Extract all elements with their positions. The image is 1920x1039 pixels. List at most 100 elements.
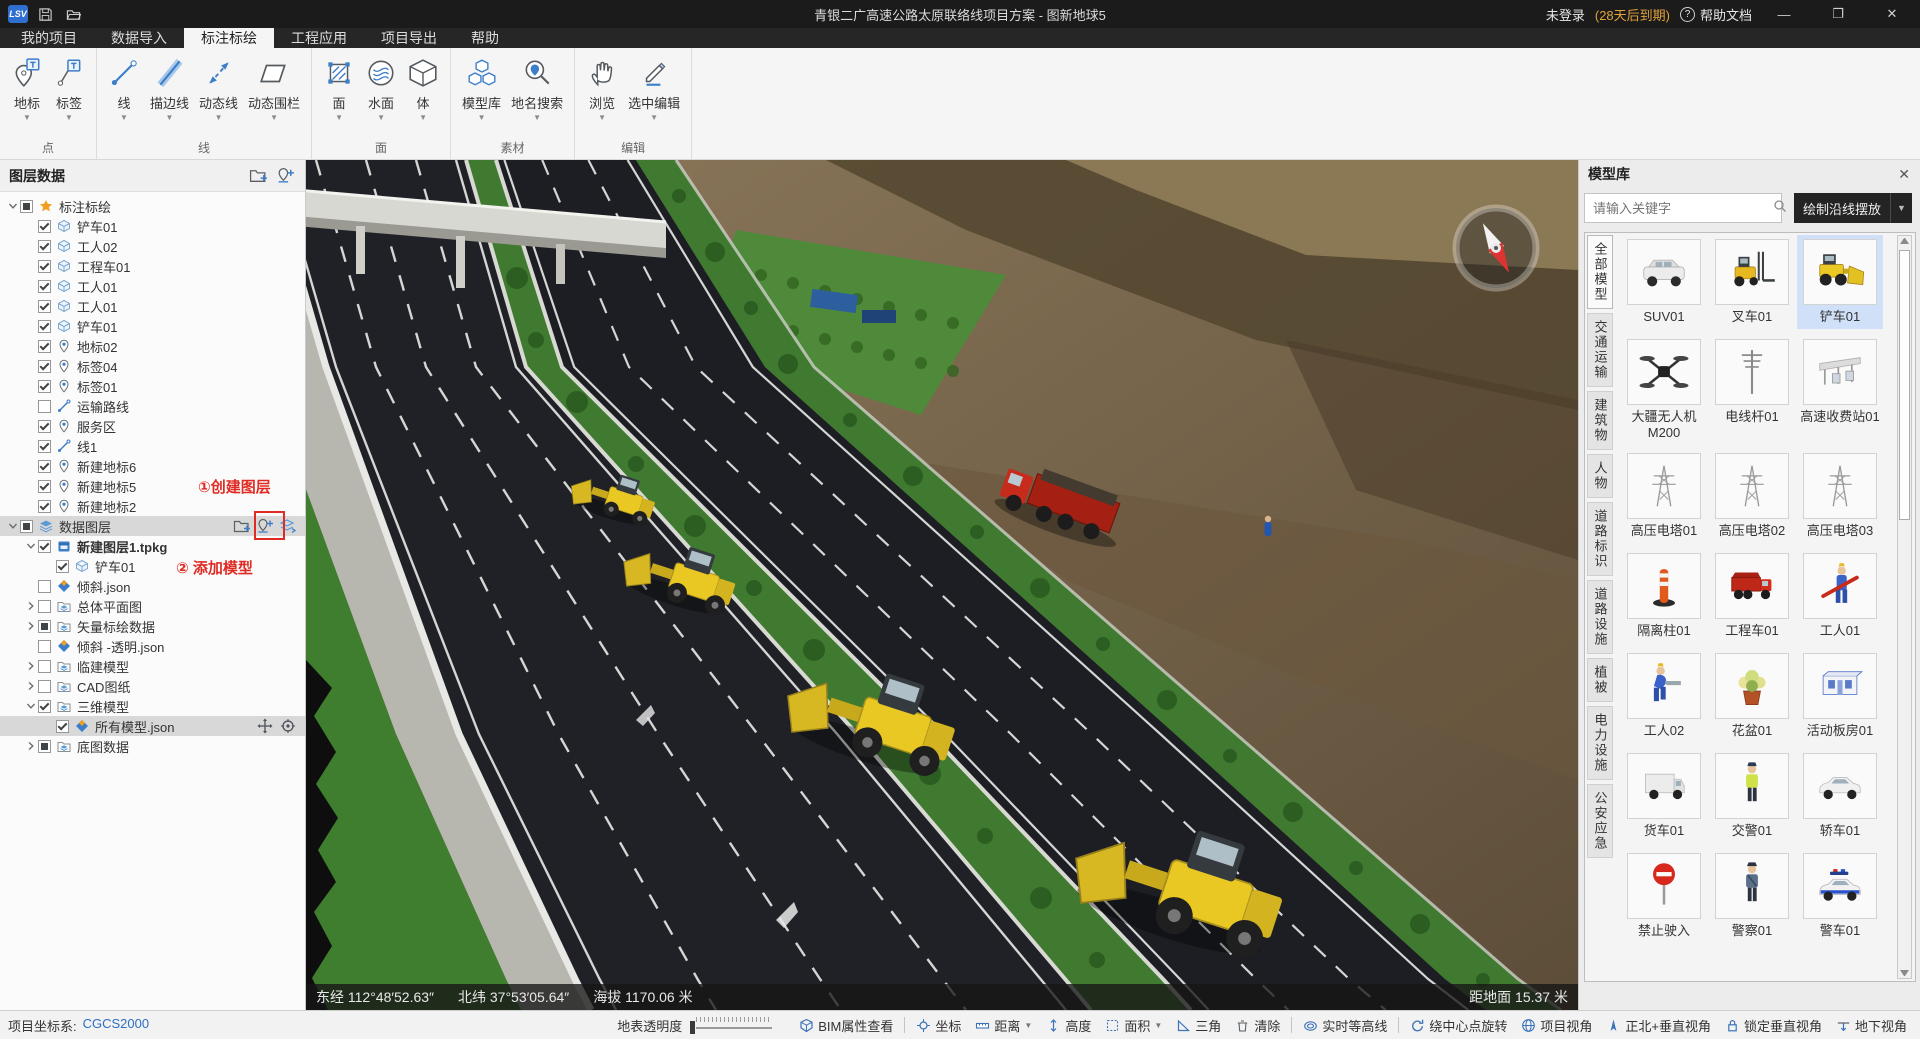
layer-checkbox-checked[interactable] (38, 480, 51, 493)
layer-checkbox-partial[interactable] (38, 620, 51, 633)
ribbon-button-水面[interactable]: 水面▼ (360, 52, 402, 139)
layer-checkbox-unchecked[interactable] (38, 580, 51, 593)
menu-tab-2[interactable]: 数据导入 (94, 28, 184, 48)
menu-tab-6[interactable]: 帮助 (454, 28, 516, 48)
layer-label[interactable]: 数据图层 (59, 517, 111, 536)
login-status[interactable]: 未登录 (1546, 5, 1585, 24)
layer-tree-row[interactable]: 线1 (0, 436, 305, 456)
layer-tree-row[interactable]: 倾斜.json (0, 576, 305, 596)
no-entry-thumbnail-icon[interactable] (1627, 853, 1701, 919)
layer-label[interactable]: 新建地标5 (77, 477, 136, 496)
model-category-tab[interactable]: 道路标识 (1587, 502, 1613, 576)
model-search-box[interactable] (1584, 193, 1782, 223)
chevron-down-icon[interactable]: ▼ (419, 114, 427, 122)
layer-checkbox-checked[interactable] (38, 460, 51, 473)
statusbar-button-项目视角[interactable]: 项目视角 (1514, 1016, 1599, 1035)
layer-checkbox-partial[interactable] (20, 520, 33, 533)
model-grid-scrollbar[interactable] (1897, 235, 1912, 979)
model-item-交警01[interactable]: 交警01 (1709, 749, 1795, 843)
chevron-down-icon[interactable]: ▼ (215, 114, 223, 122)
statusbar-button-实时等高线[interactable]: 实时等高线 (1296, 1016, 1394, 1035)
chevron-down-icon[interactable]: ▼ (1890, 193, 1912, 223)
chevron-down-icon[interactable]: ▼ (335, 114, 343, 122)
forklift-thumbnail-icon[interactable] (1715, 239, 1789, 305)
police-car-thumbnail-icon[interactable] (1803, 853, 1877, 919)
layer-tree-row[interactable]: 临建模型 (0, 656, 305, 676)
model-category-tab[interactable]: 植被 (1587, 658, 1613, 702)
model-item-隔离柱01[interactable]: 隔离柱01 (1621, 549, 1707, 643)
layer-checkbox-unchecked[interactable] (38, 660, 51, 673)
scroll-up-icon[interactable] (1900, 238, 1909, 244)
project-crs-value[interactable]: CGCS2000 (83, 1016, 149, 1035)
chevron-down-icon[interactable]: ▼ (377, 114, 385, 122)
worker-model[interactable] (1265, 516, 1272, 536)
ribbon-button-浏览[interactable]: 浏览▼ (581, 52, 623, 139)
layer-label[interactable]: 标注标绘 (59, 197, 111, 216)
bollard-thumbnail-icon[interactable] (1627, 553, 1701, 619)
layer-label[interactable]: 标签01 (77, 377, 117, 396)
statusbar-button-BIM属性查看[interactable]: BIM属性查看 (792, 1016, 900, 1035)
layer-label[interactable]: 三维模型 (77, 697, 129, 716)
model-category-tab[interactable]: 公安应急 (1587, 784, 1613, 858)
layer-checkbox-checked[interactable] (38, 240, 51, 253)
statusbar-button-锁定垂直视角[interactable]: 锁定垂直视角 (1718, 1016, 1829, 1035)
layer-label[interactable]: 总体平面图 (77, 597, 142, 616)
map-viewport-3d[interactable]: 东经 112°48′52.63″ 北纬 37°53′05.64″ 海拔 1170… (306, 160, 1578, 1010)
layer-tree-row[interactable]: 工人01 (0, 296, 305, 316)
expander-closed-icon[interactable] (24, 621, 38, 631)
layer-checkbox-checked[interactable] (38, 260, 51, 273)
layer-tree-row[interactable]: 标签04 (0, 356, 305, 376)
chevron-down-icon[interactable]: ▼ (533, 114, 541, 122)
layer-tree-row[interactable]: 运输路线 (0, 396, 305, 416)
statusbar-button-清除[interactable]: 清除 (1228, 1016, 1287, 1035)
layer-checkbox-checked[interactable] (38, 420, 51, 433)
layer-checkbox-partial[interactable] (38, 740, 51, 753)
folder-plus-button[interactable] (249, 167, 268, 185)
move-button[interactable] (255, 717, 274, 735)
statusbar-button-坐标[interactable]: 坐标 (909, 1016, 968, 1035)
layer-label[interactable]: 工人02 (77, 237, 117, 256)
layer-tree-row[interactable]: 铲车01 (0, 316, 305, 336)
surface-transparency-slider[interactable] (690, 1017, 776, 1033)
pole-thumbnail-icon[interactable] (1715, 339, 1789, 405)
layer-label[interactable]: 工程车01 (77, 257, 130, 276)
layer-checkbox-checked[interactable] (38, 220, 51, 233)
house-thumbnail-icon[interactable] (1803, 653, 1877, 719)
model-item-高压电塔02[interactable]: 高压电塔02 (1709, 449, 1795, 543)
layer-tree-row[interactable]: 工人01 (0, 276, 305, 296)
expander-open-icon[interactable] (24, 701, 38, 711)
pin-plus-button[interactable] (276, 167, 295, 185)
menu-tab-1[interactable]: 我的项目 (4, 28, 94, 48)
model-item-工程车01[interactable]: 工程车01 (1709, 549, 1795, 643)
maximize-button[interactable]: ❐ (1816, 1, 1860, 27)
model-item-工人01[interactable]: 工人01 (1797, 549, 1883, 643)
layer-checkbox-checked[interactable] (38, 360, 51, 373)
plant-thumbnail-icon[interactable] (1715, 653, 1789, 719)
layer-checkbox-partial[interactable] (20, 200, 33, 213)
layer-label[interactable]: 线1 (77, 437, 97, 456)
chevron-down-icon[interactable]: ▼ (23, 114, 31, 122)
expander-closed-icon[interactable] (24, 661, 38, 671)
layer-label[interactable]: 地标02 (77, 337, 117, 356)
model-item-花盆01[interactable]: 花盆01 (1709, 649, 1795, 743)
layer-tree-row[interactable]: 矢量标绘数据 (0, 616, 305, 636)
layer-checkbox-unchecked[interactable] (38, 680, 51, 693)
model-item-轿车01[interactable]: 轿车01 (1797, 749, 1883, 843)
layer-tree-row[interactable]: 总体平面图 (0, 596, 305, 616)
model-item-活动板房01[interactable]: 活动板房01 (1797, 649, 1883, 743)
ribbon-button-地名搜索[interactable]: 地名搜索▼ (506, 52, 568, 139)
layer-label[interactable]: 新建地标2 (77, 497, 136, 516)
layer-label[interactable]: 标签04 (77, 357, 117, 376)
layer-label[interactable]: 所有模型.json (95, 717, 174, 736)
ribbon-button-线[interactable]: 线▼ (103, 52, 145, 139)
van-thumbnail-icon[interactable] (1627, 753, 1701, 819)
expander-closed-icon[interactable] (24, 681, 38, 691)
ribbon-button-描边线[interactable]: 描边线▼ (145, 52, 194, 139)
model-category-tab[interactable]: 建筑物 (1587, 391, 1613, 450)
worker-bar-thumbnail-icon[interactable] (1803, 553, 1877, 619)
help-doc-link[interactable]: ?帮助文档 (1680, 5, 1752, 24)
tower-thumbnail-icon[interactable] (1803, 453, 1877, 519)
statusbar-button-地下视角[interactable]: 地下视角 (1829, 1016, 1914, 1035)
open-folder-icon[interactable] (64, 5, 82, 23)
scrollbar-thumb[interactable] (1899, 250, 1910, 520)
